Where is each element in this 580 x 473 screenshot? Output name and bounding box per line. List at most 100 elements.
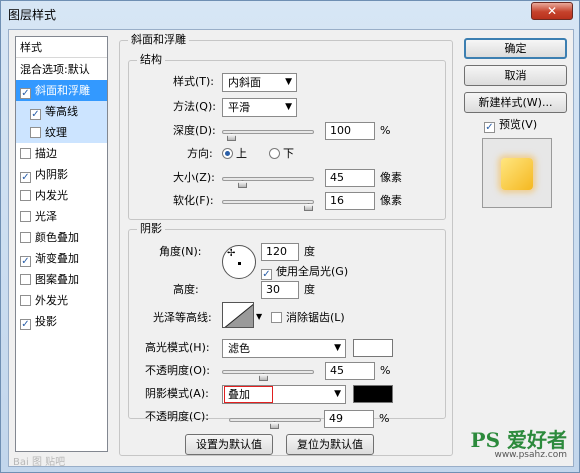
style-list-item[interactable]: 描边 bbox=[16, 143, 107, 164]
depth-input[interactable]: 100 bbox=[325, 122, 375, 140]
close-button[interactable]: ✕ bbox=[531, 2, 573, 20]
depth-slider-thumb[interactable] bbox=[227, 133, 236, 141]
altitude-input[interactable]: 30 bbox=[261, 281, 299, 299]
style-list-item-label: 等高线 bbox=[45, 105, 78, 118]
highlight-opacity-input[interactable]: 45 bbox=[325, 362, 375, 380]
style-list-item[interactable]: 颜色叠加 bbox=[16, 227, 107, 248]
shadow-color-swatch[interactable] bbox=[353, 385, 393, 403]
style-checkbox[interactable]: ✓ bbox=[20, 256, 31, 267]
global-light-option[interactable]: ✓ 使用全局光(G) bbox=[261, 265, 348, 280]
shadow-mode-select[interactable]: 叠加 ▼ bbox=[222, 385, 346, 404]
style-list-item[interactable]: ✓ 斜面和浮雕 bbox=[16, 80, 107, 101]
gloss-contour-picker[interactable] bbox=[222, 302, 254, 328]
style-checkbox[interactable] bbox=[20, 190, 31, 201]
technique-select-value: 平滑 bbox=[228, 101, 250, 114]
preview-option[interactable]: ✓ 预览(V) bbox=[484, 118, 537, 133]
chevron-down-icon: ▼ bbox=[334, 343, 341, 353]
direction-up-option[interactable]: 上 bbox=[222, 147, 247, 161]
title-bar[interactable]: 图层样式 ✕ bbox=[1, 1, 579, 25]
style-checkbox[interactable] bbox=[30, 127, 41, 138]
style-list-item[interactable]: 纹理 bbox=[16, 122, 107, 143]
style-list-header[interactable]: 样式 bbox=[16, 37, 107, 58]
altitude-label: 高度: bbox=[173, 283, 199, 296]
reset-default-button[interactable]: 复位为默认值 bbox=[286, 434, 374, 455]
direction-down-option[interactable]: 下 bbox=[269, 147, 294, 161]
shadow-opacity-thumb[interactable] bbox=[270, 421, 279, 429]
technique-label: 方法(Q): bbox=[173, 100, 216, 113]
highlight-color-swatch[interactable] bbox=[353, 339, 393, 357]
style-list-item[interactable]: ✓ 投影 bbox=[16, 311, 107, 332]
new-style-button[interactable]: 新建样式(W)... bbox=[464, 92, 567, 113]
direction-down-radio[interactable] bbox=[269, 148, 280, 159]
depth-unit: % bbox=[380, 124, 391, 137]
size-slider[interactable] bbox=[222, 177, 314, 188]
make-default-button[interactable]: 设置为默认值 bbox=[185, 434, 273, 455]
angle-label: 角度(N): bbox=[159, 245, 202, 258]
shading-group: 阴影 角度(N): ✢ 120 度 ✓ 使用全局光(G) 高度: 30 度 光泽等… bbox=[128, 223, 446, 423]
soften-slider-thumb[interactable] bbox=[304, 203, 313, 211]
style-list-item[interactable]: ✓ 渐变叠加 bbox=[16, 248, 107, 269]
technique-select[interactable]: 平滑 ▼ bbox=[222, 98, 297, 117]
highlight-opacity-thumb[interactable] bbox=[259, 373, 268, 381]
direction-label: 方向: bbox=[187, 147, 213, 160]
style-checkbox[interactable] bbox=[20, 211, 31, 222]
style-list-item-label: 混合选项:默认 bbox=[20, 63, 90, 76]
angle-dial[interactable]: ✢ bbox=[222, 245, 256, 279]
style-checkbox[interactable]: ✓ bbox=[20, 172, 31, 183]
anti-alias-option[interactable]: 消除锯齿(L) bbox=[271, 311, 345, 325]
style-checkbox[interactable]: ✓ bbox=[20, 319, 31, 330]
preview-checkbox[interactable]: ✓ bbox=[484, 122, 495, 133]
soften-slider[interactable] bbox=[222, 200, 314, 211]
size-input[interactable]: 45 bbox=[325, 169, 375, 187]
size-slider-thumb[interactable] bbox=[238, 180, 247, 188]
angle-dial-center bbox=[238, 262, 241, 265]
style-checkbox[interactable]: ✓ bbox=[20, 88, 31, 99]
anti-alias-text: 消除锯齿(L) bbox=[286, 311, 345, 324]
direction-up-text: 上 bbox=[236, 147, 247, 160]
global-light-checkbox[interactable]: ✓ bbox=[261, 269, 272, 280]
ok-button[interactable]: 确定 bbox=[464, 38, 567, 59]
highlight-mode-select[interactable]: 滤色 ▼ bbox=[222, 339, 346, 358]
angle-input[interactable]: 120 bbox=[261, 243, 299, 261]
highlight-opacity-unit: % bbox=[380, 364, 391, 377]
psahz-logo: PS 爱好者 www.psahz.com bbox=[471, 430, 567, 460]
depth-slider[interactable] bbox=[222, 130, 314, 141]
bevel-emboss-group: 斜面和浮雕 结构 样式(T): 内斜面 ▼ 方法(Q): 平滑 ▼ 深度(D): bbox=[119, 34, 453, 456]
style-list-item[interactable]: 图案叠加 bbox=[16, 269, 107, 290]
style-checkbox[interactable]: ✓ bbox=[30, 109, 41, 120]
style-select-value: 内斜面 bbox=[228, 76, 261, 89]
style-checkbox[interactable] bbox=[20, 148, 31, 159]
anti-alias-checkbox[interactable] bbox=[271, 312, 282, 323]
direction-down-text: 下 bbox=[283, 147, 294, 160]
crosshair-icon: ✢ bbox=[227, 248, 236, 259]
shadow-opacity-input[interactable]: 49 bbox=[324, 410, 374, 428]
shadow-opacity-slider[interactable] bbox=[229, 418, 321, 429]
structure-title: 结构 bbox=[137, 54, 165, 66]
style-list-item[interactable]: 内发光 bbox=[16, 185, 107, 206]
cancel-button[interactable]: 取消 bbox=[464, 65, 567, 86]
style-list-item[interactable]: ✓ 内阴影 bbox=[16, 164, 107, 185]
style-list-item-label: 外发光 bbox=[35, 294, 68, 307]
psahz-logo-text: PS 爱好者 bbox=[470, 428, 567, 452]
shading-title: 阴影 bbox=[137, 223, 165, 235]
structure-group: 结构 样式(T): 内斜面 ▼ 方法(Q): 平滑 ▼ 深度(D): 100 %… bbox=[128, 54, 446, 220]
shadow-opacity-unit: % bbox=[379, 412, 390, 425]
style-list-item-label: 颜色叠加 bbox=[35, 231, 79, 244]
angle-unit: 度 bbox=[304, 245, 315, 258]
preview-swatch bbox=[501, 158, 533, 190]
style-checkbox[interactable] bbox=[20, 274, 31, 285]
style-list-item[interactable]: 光泽 bbox=[16, 206, 107, 227]
direction-up-radio[interactable] bbox=[222, 148, 233, 159]
preview-text: 预览(V) bbox=[499, 118, 538, 131]
style-list-item[interactable]: 外发光 bbox=[16, 290, 107, 311]
style-checkbox[interactable] bbox=[20, 295, 31, 306]
highlight-opacity-slider[interactable] bbox=[222, 370, 314, 381]
style-list-item[interactable]: 混合选项:默认 bbox=[16, 59, 107, 80]
baidu-watermark: Bai 图 贴吧 bbox=[13, 457, 66, 468]
style-list-item[interactable]: ✓ 等高线 bbox=[16, 101, 107, 122]
style-checkbox[interactable] bbox=[20, 232, 31, 243]
bevel-emboss-title: 斜面和浮雕 bbox=[128, 34, 189, 46]
contour-dropdown-icon[interactable]: ▼ bbox=[256, 310, 262, 324]
style-select[interactable]: 内斜面 ▼ bbox=[222, 73, 297, 92]
soften-input[interactable]: 16 bbox=[325, 192, 375, 210]
